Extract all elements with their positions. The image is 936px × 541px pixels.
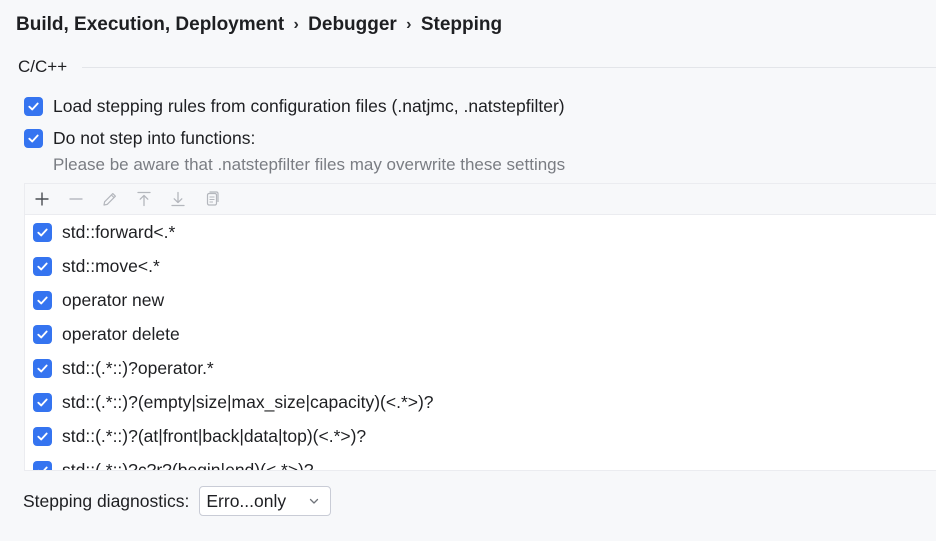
stepping-diagnostics-value: Erro...only xyxy=(206,490,287,511)
breadcrumb-separator: › xyxy=(293,16,299,33)
group-title: C/C++ xyxy=(18,57,68,76)
remove-icon[interactable] xyxy=(64,187,88,211)
stepping-diagnostics: Stepping diagnostics: Erro...only xyxy=(23,486,332,516)
rule-row[interactable]: std::move<.* xyxy=(25,249,936,283)
rule-pattern: std::(.*::)?c?r?(begin|end)(<.*>)? xyxy=(62,459,314,471)
breadcrumb-item-debugger[interactable]: Debugger xyxy=(308,14,397,36)
rule-checkbox[interactable] xyxy=(33,392,52,412)
checkmark-icon xyxy=(37,228,48,236)
edit-icon[interactable] xyxy=(98,187,122,211)
rule-row[interactable]: std::(.*::)?(at|front|back|data|top)(<.*… xyxy=(25,419,936,453)
rule-checkbox[interactable] xyxy=(33,426,52,446)
rule-checkbox[interactable] xyxy=(33,324,52,344)
do-not-step-checkbox[interactable] xyxy=(24,129,43,148)
natstepfilter-hint: Please be aware that .natstepfilter file… xyxy=(53,155,566,174)
move-up-icon[interactable] xyxy=(132,187,156,211)
rule-row[interactable]: operator delete xyxy=(25,317,936,351)
add-icon[interactable] xyxy=(30,187,54,211)
stepping-diagnostics-select[interactable]: Erro...only xyxy=(199,486,332,516)
rule-checkbox[interactable] xyxy=(33,358,52,378)
checkmark-icon xyxy=(37,432,48,440)
rule-row[interactable]: std::(.*::)?c?r?(begin|end)(<.*>)? xyxy=(25,453,936,471)
stepping-diagnostics-label: Stepping diagnostics: xyxy=(23,490,190,511)
do-not-step-label: Do not step into functions: xyxy=(53,128,256,148)
load-rules-checkbox[interactable] xyxy=(24,97,43,116)
rules-toolbar xyxy=(25,184,936,215)
breadcrumb-item-stepping: Stepping xyxy=(420,14,503,35)
checkmark-icon xyxy=(37,364,48,372)
checkmark-icon xyxy=(28,102,39,111)
chevron-down-icon xyxy=(310,498,319,504)
load-rules-label: Load stepping rules from configuration f… xyxy=(53,96,565,116)
checkmark-icon xyxy=(37,330,48,338)
rule-row[interactable]: std::(.*::)?operator.* xyxy=(25,351,936,385)
rule-checkbox[interactable] xyxy=(33,222,52,242)
rule-pattern: std::(.*::)?(at|front|back|data|top)(<.*… xyxy=(62,425,367,446)
rule-pattern: std::forward<.* xyxy=(62,221,176,242)
rule-pattern: std::move<.* xyxy=(62,255,160,276)
checkmark-icon xyxy=(28,134,39,143)
rule-pattern: std::(.*::)?operator.* xyxy=(62,357,214,378)
breadcrumb-item-build[interactable]: Build, Execution, Deployment xyxy=(16,14,284,36)
breadcrumb-separator: › xyxy=(406,16,412,33)
step-rules-panel: std::forward<.*std::move<.*operator newo… xyxy=(24,183,936,471)
rule-checkbox[interactable] xyxy=(33,290,52,310)
rule-row[interactable]: std::forward<.* xyxy=(25,215,936,249)
breadcrumb: Build, Execution, Deployment › Debugger … xyxy=(16,12,502,38)
checkmark-icon xyxy=(37,262,48,270)
do-not-step-option[interactable]: Do not step into functions: xyxy=(24,128,255,149)
rule-pattern: operator delete xyxy=(62,323,180,344)
move-down-icon[interactable] xyxy=(166,187,190,211)
checkmark-icon xyxy=(37,398,48,406)
checkmark-icon xyxy=(37,296,48,304)
rule-pattern: std::(.*::)?(empty|size|max_size|capacit… xyxy=(62,391,434,412)
copy-icon[interactable] xyxy=(200,187,224,211)
rule-row[interactable]: operator new xyxy=(25,283,936,317)
rule-row[interactable]: std::(.*::)?(empty|size|max_size|capacit… xyxy=(25,385,936,419)
rule-pattern: operator new xyxy=(62,289,165,310)
rule-checkbox[interactable] xyxy=(33,460,52,470)
group-divider xyxy=(82,67,936,68)
load-rules-option[interactable]: Load stepping rules from configuration f… xyxy=(24,96,565,117)
checkmark-icon xyxy=(37,466,48,470)
rule-checkbox[interactable] xyxy=(33,256,52,276)
rules-list: std::forward<.*std::move<.*operator newo… xyxy=(25,215,936,471)
